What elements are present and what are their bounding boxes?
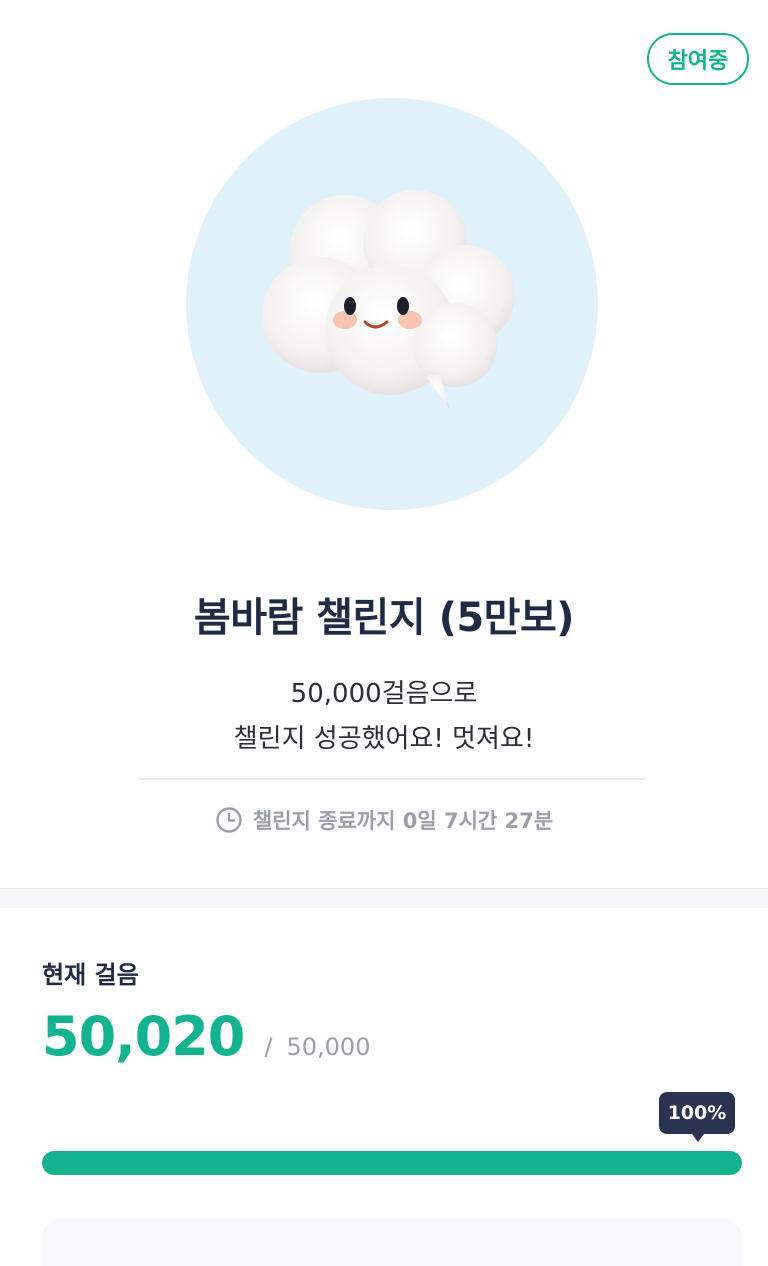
- progress-bar-fill: [42, 1151, 742, 1175]
- challenge-description: 50,000걸음으로 챌린지 성공했어요! 멋져요!: [0, 672, 768, 762]
- current-steps-value: 50,020: [42, 1005, 245, 1068]
- steps-separator: /: [264, 1033, 273, 1061]
- cloud-character-icon: [262, 190, 515, 410]
- section-separator: [0, 888, 768, 908]
- current-steps-label: 현재 걸음: [42, 961, 139, 989]
- challenge-title: 봄바람 챌린지 (5만보): [193, 595, 575, 641]
- goal-steps-value: 50,000: [286, 1033, 371, 1061]
- participating-badge[interactable]: 참여중: [647, 33, 749, 85]
- clock-icon: [216, 807, 242, 833]
- deadline-text: 챌린지 종료까지 0일 7시간 27분: [252, 809, 554, 833]
- divider: [139, 778, 645, 780]
- progress-bar: [42, 1151, 742, 1175]
- steps-count-row: 50,020 / 50,000: [42, 1005, 370, 1068]
- description-line-2: 챌린지 성공했어요! 멋져요!: [233, 724, 535, 754]
- deadline-row: 챌린지 종료까지 0일 7시간 27분: [0, 805, 768, 835]
- description-line-1: 50,000걸음으로: [290, 679, 478, 709]
- challenge-detail-page: 참여중 봄바람 챌린지 (5만보) 50,000걸음으로 챌린지 성공했어요!: [0, 0, 768, 1266]
- bottom-card: [42, 1218, 742, 1266]
- progress-percent-tooltip: 100%: [659, 1092, 735, 1142]
